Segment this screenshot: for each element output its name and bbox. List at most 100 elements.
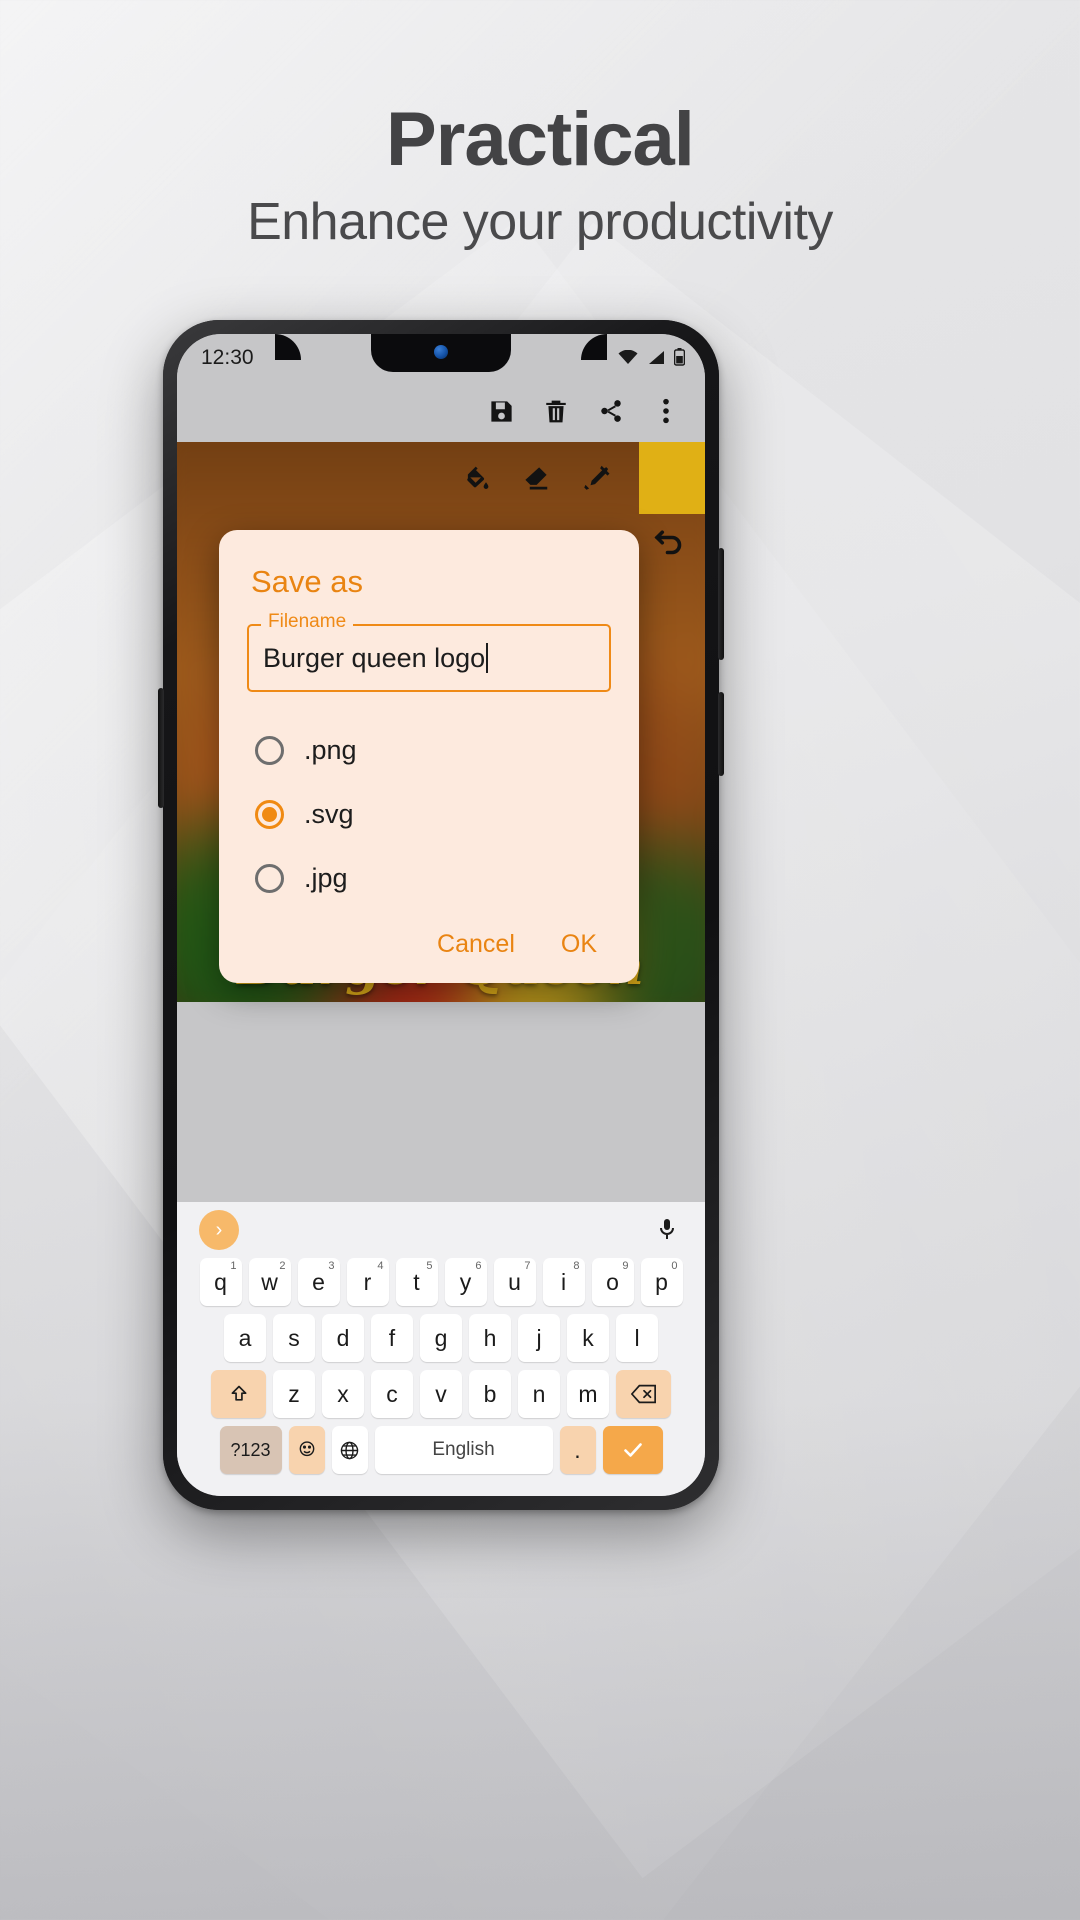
key-o[interactable]: 9o [591,1258,634,1306]
share-icon[interactable] [596,396,626,426]
key-p[interactable]: 0p [640,1258,683,1306]
format-option-png[interactable]: .png [255,718,615,782]
fill-bucket-icon[interactable] [459,461,493,495]
key-h[interactable]: h [469,1314,511,1362]
chevron-right-icon[interactable]: › [199,1210,239,1250]
wifi-icon [618,349,638,365]
dialog-actions: Cancel OK [243,914,615,965]
key-e-number: 3 [328,1260,335,1272]
check-icon[interactable] [602,1426,663,1474]
front-camera [434,345,448,359]
space-key[interactable]: English [374,1426,553,1474]
signal-icon [647,350,665,365]
battery-icon [674,348,685,366]
overflow-menu-icon[interactable] [651,396,681,426]
format-radio-group: .png .svg .jpg [255,718,615,910]
key-e[interactable]: 3e [297,1258,340,1306]
shift-icon[interactable] [211,1370,266,1418]
cancel-button[interactable]: Cancel [437,930,515,959]
chevron-down-icon[interactable]: ˅ [217,1493,227,1496]
app-toolbar [177,380,705,442]
key-r-number: 4 [377,1260,384,1272]
format-option-svg[interactable]: .svg [255,782,615,846]
key-g[interactable]: g [420,1314,462,1362]
power-button[interactable] [718,548,724,660]
key-k[interactable]: k [567,1314,609,1362]
radio-svg-label: .svg [304,798,354,829]
key-m[interactable]: m [567,1370,609,1418]
keyboard-row-4: ?123 English . [177,1426,705,1474]
key-r-label: r [363,1268,372,1295]
filename-label: Filename [261,611,354,633]
key-i-number: 8 [573,1260,580,1272]
microphone-icon[interactable] [655,1216,683,1244]
ok-button[interactable]: OK [561,930,597,959]
key-x[interactable]: x [322,1370,364,1418]
key-t-number: 5 [426,1260,433,1272]
current-color-swatch[interactable] [639,442,705,514]
radio-png[interactable] [255,735,284,765]
radio-jpg-label: .jpg [304,862,348,893]
key-a[interactable]: a [224,1314,266,1362]
navigation-bar: ˅ [177,1482,705,1496]
keyboard-row-1: 1q 2w 3e 4r 5t 6y 7u 8i 9o 0p [177,1258,705,1306]
delete-icon[interactable] [541,396,571,426]
key-t[interactable]: 5t [395,1258,438,1306]
filename-field-wrapper: Filename Burger queen logo [247,611,611,692]
key-i[interactable]: 8i [542,1258,585,1306]
key-e-label: e [312,1268,325,1295]
key-b[interactable]: b [469,1370,511,1418]
key-t-label: t [413,1268,420,1295]
emoji-icon[interactable] [288,1426,325,1474]
key-l[interactable]: l [616,1314,658,1362]
eyedropper-icon[interactable] [579,461,613,495]
phone-notch [371,334,511,372]
canvas-tools-row [177,442,705,514]
save-icon[interactable] [486,396,516,426]
radio-jpg[interactable] [255,863,284,893]
undo-icon[interactable] [651,524,687,560]
promo-subheadline: Enhance your productivity [247,193,833,251]
format-option-jpg[interactable]: .jpg [255,846,615,910]
key-s[interactable]: s [273,1314,315,1362]
key-r[interactable]: 4r [346,1258,389,1306]
key-j[interactable]: j [518,1314,560,1362]
key-o-number: 9 [622,1260,629,1272]
key-p-number: 0 [671,1260,678,1272]
side-button-left[interactable] [158,688,164,808]
key-p-label: p [655,1268,668,1295]
key-y[interactable]: 6y [444,1258,487,1306]
period-key[interactable]: . [559,1426,596,1474]
key-u[interactable]: 7u [493,1258,536,1306]
save-as-dialog: Save as Filename Burger queen logo .png … [219,530,639,983]
key-u-label: u [508,1268,521,1295]
key-n[interactable]: n [518,1370,560,1418]
phone-screen: 12:30 Save as Filename Burger queen logo… [177,334,705,1496]
key-v[interactable]: v [420,1370,462,1418]
globe-icon[interactable] [331,1426,368,1474]
key-z[interactable]: z [273,1370,315,1418]
key-c[interactable]: c [371,1370,413,1418]
symbols-key[interactable]: ?123 [219,1426,282,1474]
key-d[interactable]: d [322,1314,364,1362]
key-f[interactable]: f [371,1314,413,1362]
key-q[interactable]: 1q [199,1258,242,1306]
key-q-number: 1 [230,1260,237,1272]
key-u-number: 7 [524,1260,531,1272]
keyboard-suggestion-bar: › [177,1202,705,1258]
hide-keyboard-icon[interactable] [647,1493,665,1496]
radio-svg[interactable] [255,799,284,829]
volume-button[interactable] [718,692,724,776]
key-q-label: q [214,1268,227,1295]
keyboard-row-2: a s d f g h j k l [177,1314,705,1362]
key-w-number: 2 [279,1260,286,1272]
key-w[interactable]: 2w [248,1258,291,1306]
on-screen-keyboard: › 1q 2w 3e 4r 5t 6y 7u 8i 9o 0p a s d f … [177,1202,705,1496]
filename-input[interactable]: Burger queen logo [247,624,611,692]
eraser-icon[interactable] [519,461,553,495]
key-w-label: w [261,1268,278,1295]
key-o-label: o [606,1268,619,1295]
backspace-icon[interactable] [616,1370,671,1418]
status-time: 12:30 [201,346,254,369]
radio-png-label: .png [304,734,357,765]
